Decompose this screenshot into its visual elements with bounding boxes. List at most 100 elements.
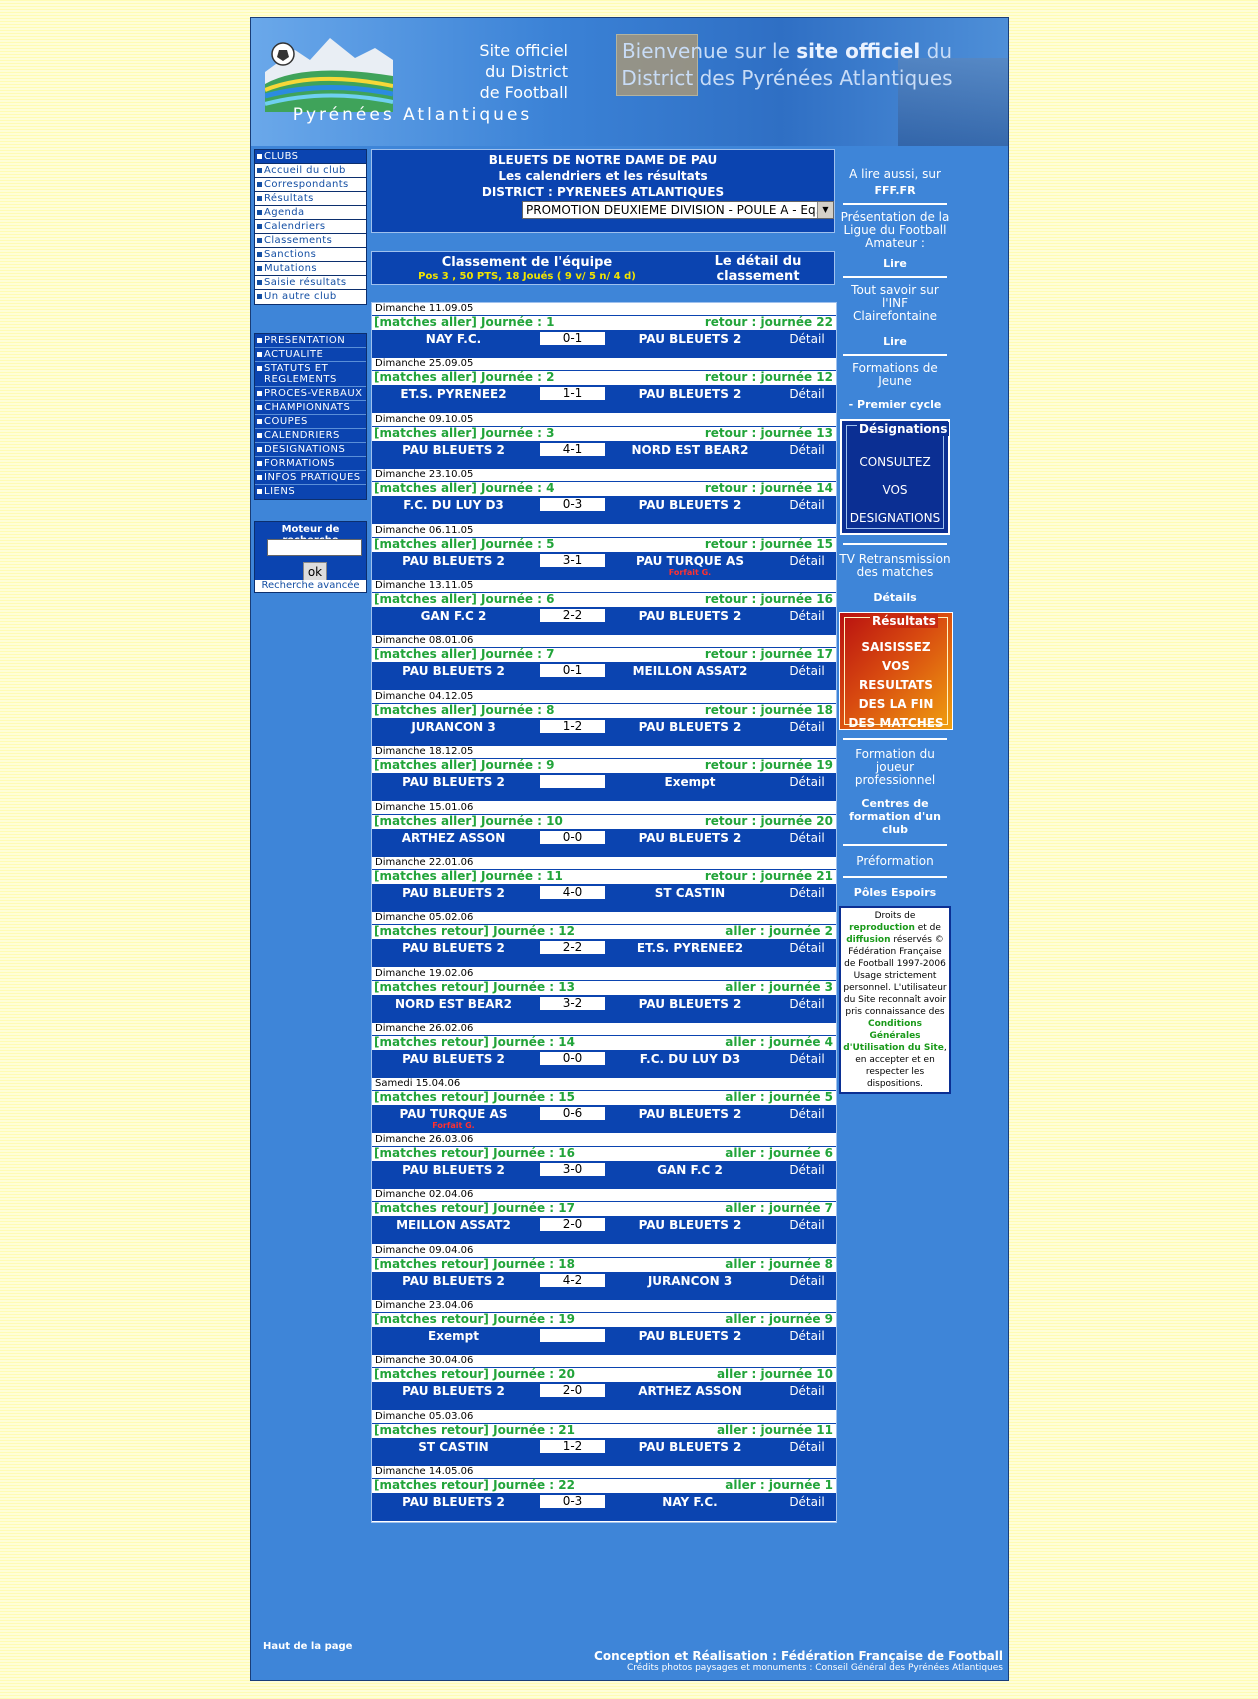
resultats-line: DES LA FIN [858,697,934,711]
back-to-top-link[interactable]: Haut de la page [263,1641,352,1652]
match-detail-link[interactable]: Détail [777,1440,837,1454]
nav-statuts[interactable]: STATUTS ET REGLEMENTS [255,362,366,387]
centres-formation-link[interactable]: Centres de formation d'un club [839,797,951,836]
away-team: MEILLON ASSAT2 [632,664,748,679]
premier-cycle-link[interactable]: - Premier cycle [839,398,951,411]
match-detail-link[interactable]: Détail [777,1384,837,1398]
match-result: PAU TURQUE AS Forfait G. 0-6 PAU BLEUETS 2 D… [372,1105,837,1134]
nav-calendriers[interactable]: Calendriers [255,220,366,234]
nav-sanctions[interactable]: Sanctions [255,248,366,262]
nav-presentation[interactable]: PRESENTATION [255,334,366,348]
nav-coupes[interactable]: COUPES [255,415,366,429]
nav-clubs[interactable]: CLUBS [255,150,366,164]
nav-designations[interactable]: DESIGNATIONS [255,443,366,457]
competition-select[interactable]: PROMOTION DEUXIEME DIVISION - POULE A - … [522,201,834,219]
retour-label: aller : journée 10 [716,1367,833,1382]
diffusion-link[interactable]: diffusion [846,935,890,945]
home-team: PAU BLEUETS 2 [402,1495,505,1510]
poles-espoirs-link[interactable]: Pôles Espoirs [839,886,951,899]
lire-ligue-link[interactable]: Lire [839,257,951,270]
match-journee: [matches retour] Journée : 18 aller : jou… [372,1256,836,1271]
match-detail-link[interactable]: Détail [777,1218,837,1232]
home-team: GAN F.C 2 [420,608,487,623]
match-result: NAY F.C. 0-1 PAU BLEUETS 2 Détail [372,330,836,358]
match-detail-link[interactable]: Détail [777,1052,837,1066]
match-row: Dimanche 26.02.06 [matches retour] Journé… [372,1023,837,1079]
match-detail-link[interactable]: Détail [777,941,837,955]
match-detail-link[interactable]: Détail [777,332,837,346]
nav-accueil-club[interactable]: Accueil du club [255,164,366,178]
match-row: Dimanche 05.02.06 [matches retour] Journé… [372,912,837,968]
journee-label: [matches retour] Journée : 13 [374,979,575,994]
tv-text: TV Retransmission des matches [839,552,951,579]
away-team: PAU BLEUETS 2 [638,608,742,623]
resultats-line: VOS RESULTATS [859,659,933,692]
nav-mutations[interactable]: Mutations [255,262,366,276]
match-detail-link[interactable]: Détail [777,443,837,457]
retour-label: retour : journée 15 [704,536,833,551]
match-row: Dimanche 14.05.06 [matches retour] Journé… [372,1466,837,1522]
lire-inf-link[interactable]: Lire [839,335,951,348]
nav-calendriers-main[interactable]: CALENDRIERS [255,429,366,443]
ranking-detail-link[interactable]: Le détail du classement [682,254,834,284]
match-detail-link[interactable]: Détail [777,1274,837,1288]
nav-autre-club[interactable]: Un autre club [255,290,366,304]
nav-saisie-resultats[interactable]: Saisie résultats [255,276,366,290]
nav-correspondants[interactable]: Correspondants [255,178,366,192]
nav-resultats[interactable]: Résultats [255,192,366,206]
journee-label: [matches aller] Journée : 9 [374,758,555,773]
match-journee: [matches retour] Journée : 14 aller : jou… [372,1036,836,1050]
match-score: 3-0 [540,1162,605,1176]
match-detail-link[interactable]: Détail [777,664,837,678]
home-team: NAY F.C. [425,332,482,346]
match-journee: [matches retour] Journée : 22 aller : jou… [372,1479,836,1493]
conditions-link[interactable]: Conditions Générales d'Utilisation du Si… [843,1019,944,1053]
retour-label: aller : journée 3 [725,979,833,994]
advanced-search-link[interactable]: Recherche avancée [255,580,366,592]
match-detail-link[interactable]: Détail [777,1495,837,1509]
nav-actualite[interactable]: ACTUALITE [255,348,366,362]
match-detail-link[interactable]: Détail [777,1329,837,1343]
journee-label: [matches retour] Journée : 18 [374,1256,575,1271]
presentation-ligue-text: Présentation de la Ligue du Football Ama… [840,210,950,250]
designations-text: CONSULTEZ VOS DESIGNATIONS [847,448,943,532]
club-header: BLEUETS DE NOTRE DAME DE PAU Les calendr… [371,149,835,233]
match-detail-link[interactable]: Détail [777,1107,837,1121]
match-detail-link[interactable]: Détail [777,997,837,1011]
match-detail-link[interactable]: Détail [777,609,837,623]
away-team: ET.S. PYRENEE2 [636,941,744,956]
match-detail-link[interactable]: Détail [777,498,837,512]
match-row: Dimanche 02.04.06 [matches retour] Journé… [372,1189,837,1245]
retour-label: retour : journée 13 [704,425,833,440]
tv-details-link[interactable]: Détails [839,591,951,604]
match-row: Dimanche 18.12.05 [matches aller] Journée… [372,746,837,802]
match-detail-link[interactable]: Détail [777,831,837,845]
match-detail-link[interactable]: Détail [777,554,837,568]
designations-banner[interactable]: Désignations CONSULTEZ VOS DESIGNATIONS [840,419,950,535]
resultats-banner[interactable]: Résultats SAISISSEZ VOS RESULTATS DES LA… [839,612,953,730]
nav-liens[interactable]: LIENS [255,485,366,499]
match-score: 1-2 [540,719,605,733]
nav-proces-verbaux[interactable]: PROCES-VERBAUX [255,387,366,401]
nav-championnats[interactable]: CHAMPIONNATS [255,401,366,415]
match-detail-link[interactable]: Détail [777,775,837,789]
away-team: ST CASTIN [654,885,726,900]
nav-formations[interactable]: FORMATIONS [255,457,366,471]
match-detail-link[interactable]: Détail [777,1163,837,1177]
away-team: GAN F.C 2 [657,1162,723,1177]
search-input[interactable] [267,539,362,556]
nav-classements[interactable]: Classements [255,234,366,248]
reproduction-link[interactable]: reproduction [849,923,915,933]
home-team: PAU BLEUETS 2 [402,775,505,790]
fff-link[interactable]: FFF.FR [839,184,951,197]
match-row: Dimanche 22.01.06 [matches aller] Journée… [372,856,837,912]
match-detail-link[interactable]: Détail [777,720,837,734]
welcome-part: site officiel [796,39,921,63]
match-detail-link[interactable]: Détail [777,886,837,900]
nav-agenda[interactable]: Agenda [255,206,366,220]
match-detail-link[interactable]: Détail [777,387,837,401]
home-team: PAU BLEUETS 2 [402,1162,505,1177]
match-journee: [matches retour] Journée : 19 aller : jou… [372,1313,836,1327]
nav-infos-pratiques[interactable]: INFOS PRATIQUES [255,471,366,485]
journee-label: [matches aller] Journée : 3 [374,425,555,440]
